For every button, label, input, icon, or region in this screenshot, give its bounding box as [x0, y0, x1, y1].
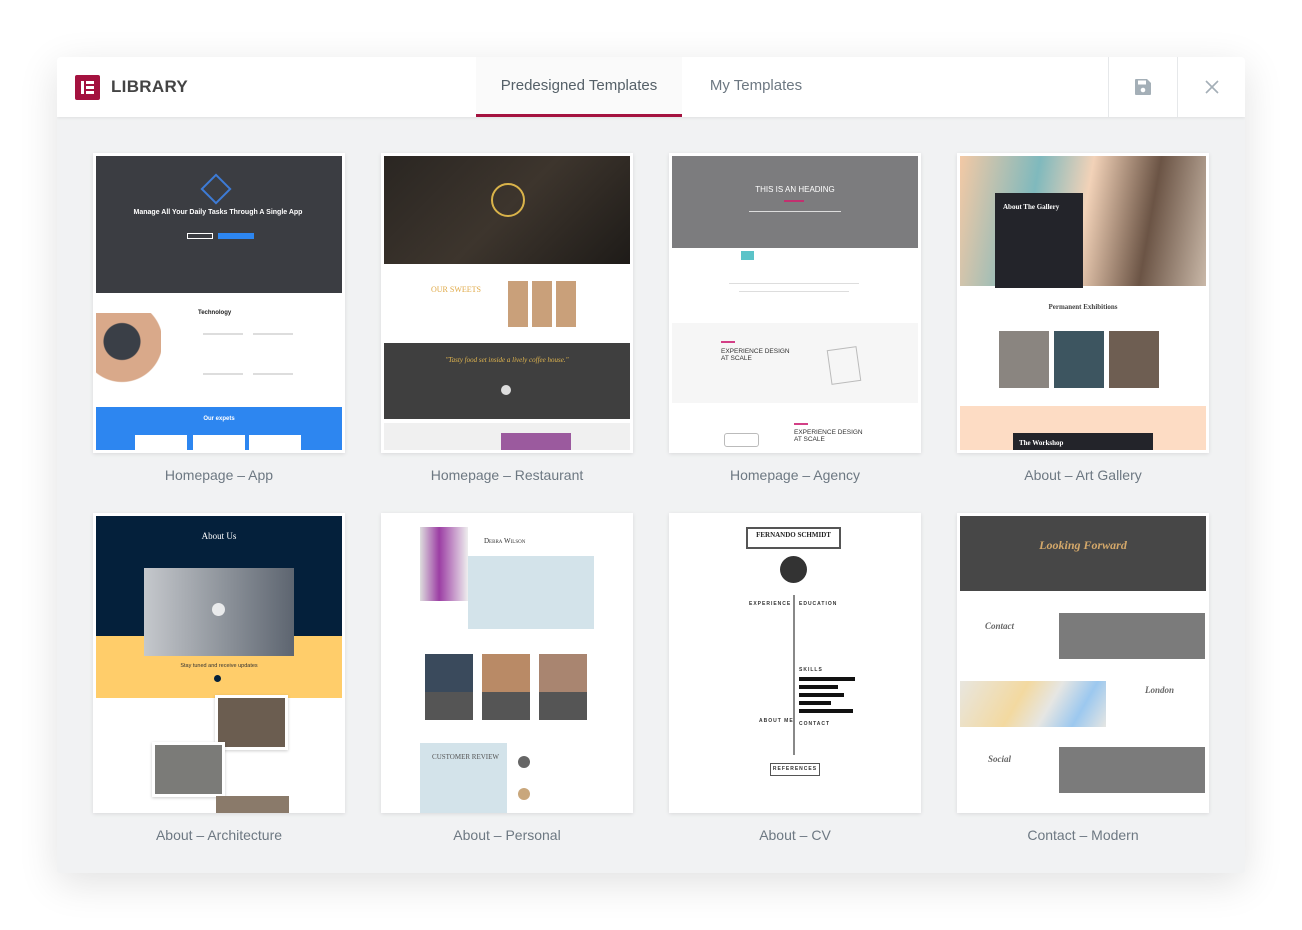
tab-my-templates[interactable]: My Templates [682, 57, 830, 117]
template-title: Homepage – Agency [730, 467, 860, 483]
template-thumbnail[interactable]: OUR SWEETS "Tasty food set inside a live… [381, 153, 633, 453]
template-title: Homepage – Restaurant [430, 467, 584, 483]
template-title: About – Architecture [155, 827, 283, 843]
template-library-modal: LIBRARY Predesigned Templates My Templat… [57, 57, 1245, 873]
library-header: LIBRARY Predesigned Templates My Templat… [57, 57, 1245, 117]
template-card-about-architecture[interactable]: About Us Stay tuned and receive updates … [93, 513, 345, 843]
close-icon [1204, 80, 1219, 94]
template-thumbnail[interactable]: FERNANDO SCHMIDT EXPERIENCE EDUCATION SK… [669, 513, 921, 813]
template-title: About – Art Gallery [1024, 467, 1142, 483]
save-icon [1134, 79, 1151, 95]
template-thumbnail[interactable]: About Us Stay tuned and receive updates [93, 513, 345, 813]
template-thumbnail[interactable]: Debra Wilson CUSTOMER REVIEW [381, 513, 633, 813]
template-thumbnail[interactable]: Manage All Your Daily Tasks Through A Si… [93, 153, 345, 453]
template-title: About – CV [759, 827, 831, 843]
template-card-contact-modern[interactable]: Looking Forward Contact London Social Co… [957, 513, 1209, 843]
template-card-homepage-agency[interactable]: THIS IS AN HEADING EXPERIENCE DESIGN AT … [669, 153, 921, 483]
template-title: Homepage – App [164, 467, 274, 483]
elementor-logo-icon [75, 75, 100, 100]
close-button[interactable] [1177, 57, 1245, 117]
template-card-about-art-gallery[interactable]: About The Gallery Permanent Exhibitions … [957, 153, 1209, 483]
template-title: Contact – Modern [1027, 827, 1139, 843]
template-thumbnail[interactable]: THIS IS AN HEADING EXPERIENCE DESIGN AT … [669, 153, 921, 453]
template-card-homepage-app[interactable]: Manage All Your Daily Tasks Through A Si… [93, 153, 345, 483]
template-thumbnail[interactable]: Looking Forward Contact London Social [957, 513, 1209, 813]
template-card-homepage-restaurant[interactable]: OUR SWEETS "Tasty food set inside a live… [381, 153, 633, 483]
tab-predesigned-templates[interactable]: Predesigned Templates [476, 57, 682, 117]
save-button[interactable] [1108, 57, 1176, 117]
template-card-about-cv[interactable]: FERNANDO SCHMIDT EXPERIENCE EDUCATION SK… [669, 513, 921, 843]
template-card-about-personal[interactable]: Debra Wilson CUSTOMER REVIEW About – Per… [381, 513, 633, 843]
template-title: About – Personal [453, 827, 561, 843]
library-title: LIBRARY [111, 77, 189, 96]
template-thumbnail[interactable]: About The Gallery Permanent Exhibitions … [957, 153, 1209, 453]
